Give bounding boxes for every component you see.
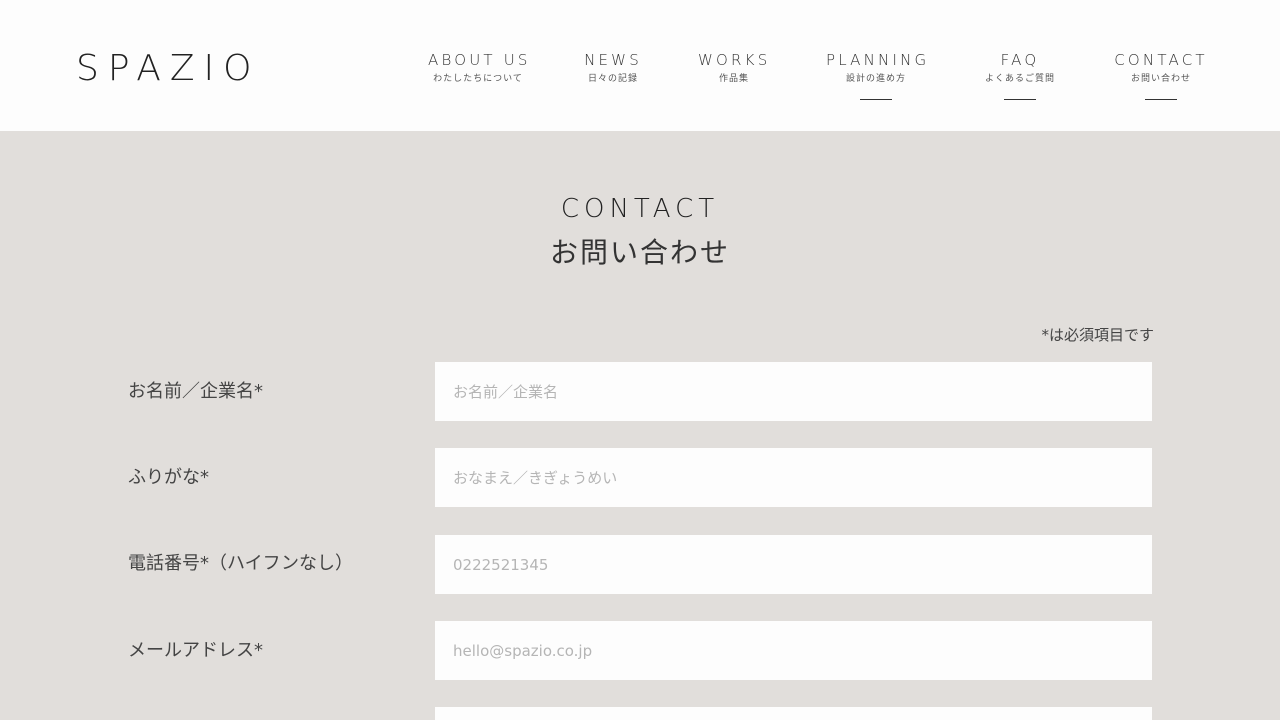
phone-input[interactable] [435, 535, 1152, 594]
nav-active-underline [1145, 99, 1177, 100]
nav-item-contact[interactable]: CONTACT お問い合わせ [1114, 50, 1208, 100]
required-fields-note: *は必須項目です [1041, 326, 1154, 344]
nav-item-about-us[interactable]: ABOUT US わたしたちについて [428, 50, 528, 86]
nav-item-en-label: NEWS [584, 51, 642, 69]
nav-active-underline [860, 99, 892, 100]
page-title-en: CONTACT [560, 194, 720, 224]
site-logo[interactable]: SPAZIO [76, 49, 261, 89]
site-header: SPAZIO ABOUT US わたしたちについて NEWS 日々の記録 WOR… [0, 0, 1280, 131]
page-title-jp: お問い合わせ [549, 236, 730, 269]
nav-item-jp-label: わたしたちについて [433, 74, 523, 84]
nav-item-jp-label: お問い合わせ [1130, 74, 1191, 84]
nav-item-works[interactable]: WORKS 作品集 [698, 50, 770, 86]
nav-item-jp-label: よくあるご質問 [984, 74, 1055, 84]
nav-item-en-label: CONTACT [1114, 51, 1208, 69]
nav-item-jp-label: 作品集 [718, 74, 749, 84]
name-field-label: お名前／企業名* [128, 381, 263, 402]
nav-active-underline [1004, 99, 1036, 100]
furigana-field-label: ふりがな* [128, 467, 209, 488]
email-input[interactable] [435, 621, 1152, 680]
next-form-input[interactable] [435, 707, 1152, 720]
nav-item-planning[interactable]: PLANNING 設計の進め方 [826, 50, 930, 100]
furigana-input[interactable] [435, 448, 1152, 507]
name-input[interactable] [435, 362, 1152, 421]
nav-item-en-label: ABOUT US [428, 51, 531, 69]
nav-item-news[interactable]: NEWS 日々の記録 [584, 50, 642, 86]
nav-item-en-label: FAQ [1000, 51, 1040, 69]
nav-item-jp-label: 日々の記録 [587, 74, 638, 84]
nav-item-faq[interactable]: FAQ よくあるご質問 [980, 50, 1060, 100]
email-field-label: メールアドレス* [128, 640, 263, 661]
nav-item-en-label: WORKS [698, 51, 771, 69]
phone-field-label: 電話番号*（ハイフンなし） [128, 553, 353, 574]
nav-item-jp-label: 設計の進め方 [845, 74, 906, 84]
nav-item-en-label: PLANNING [826, 51, 930, 69]
